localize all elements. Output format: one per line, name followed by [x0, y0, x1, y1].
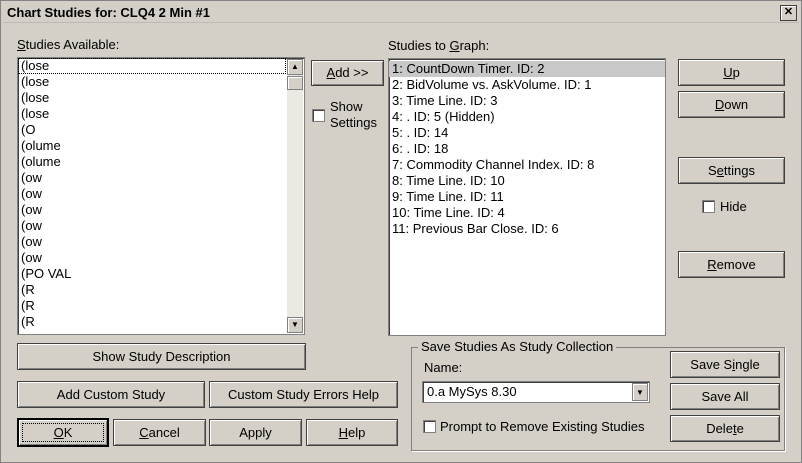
settings-button[interactable]: Settings [678, 157, 785, 184]
graph-study-item[interactable]: 2: BidVolume vs. AskVolume. ID: 1 [389, 77, 665, 93]
graph-study-item[interactable]: 9: Time Line. ID: 11 [389, 189, 665, 205]
hide-label: Hide [720, 199, 747, 214]
save-single-button[interactable]: Save Single [670, 351, 780, 378]
graph-study-item[interactable]: 11: Previous Bar Close. ID: 6 [389, 221, 665, 237]
available-study-item[interactable]: (ow [18, 218, 286, 234]
available-study-item[interactable]: (lose [18, 58, 286, 74]
available-study-item[interactable]: (lose [18, 106, 286, 122]
combo-dropdown-button[interactable]: ▼ [632, 383, 648, 401]
chevron-up-icon: ▲ [291, 62, 299, 71]
prompt-remove-checkbox[interactable] [423, 420, 436, 433]
help-button[interactable]: Help [306, 419, 398, 446]
graph-study-item[interactable]: 8: Time Line. ID: 10 [389, 173, 665, 189]
graph-study-item[interactable]: 4: . ID: 5 (Hidden) [389, 109, 665, 125]
prompt-remove-label: Prompt to Remove Existing Studies [440, 419, 645, 434]
ok-button[interactable]: OK [17, 418, 109, 447]
graph-study-item[interactable]: 3: Time Line. ID: 3 [389, 93, 665, 109]
available-study-item[interactable]: (ow [18, 234, 286, 250]
graph-study-item[interactable]: 7: Commodity Channel Index. ID: 8 [389, 157, 665, 173]
available-study-item[interactable]: (R [18, 314, 286, 330]
collection-name-label: Name: [424, 360, 463, 375]
delete-button[interactable]: Delete [670, 415, 780, 442]
studies-available-list[interactable]: (lose (lose (lose (lose (O (olume (olume (ow (ow… [17, 57, 305, 335]
collection-name-value: 0.a MySys 8.30 [427, 384, 517, 399]
apply-button[interactable]: Apply [209, 419, 302, 446]
collection-name-combobox[interactable]: 0.a MySys 8.30 ▼ [422, 381, 650, 403]
available-study-item[interactable]: (lose [18, 74, 286, 90]
studies-available-label: Studies Available: [17, 37, 120, 52]
scroll-thumb[interactable] [287, 76, 303, 90]
studies-available-scrollbar[interactable]: ▲ ▼ [287, 59, 303, 333]
available-study-item[interactable]: (ow [18, 202, 286, 218]
show-settings-checkbox[interactable] [312, 109, 325, 122]
hide-checkbox[interactable] [702, 200, 715, 213]
close-icon: ✕ [783, 6, 794, 18]
available-study-item[interactable]: (ow [18, 186, 286, 202]
remove-button[interactable]: Remove [678, 251, 785, 278]
title-bar: Chart Studies for: CLQ4 2 Min #1 ✕ [3, 3, 799, 23]
available-study-item[interactable]: (olume [18, 154, 286, 170]
studies-to-graph-label: Studies to Graph: [388, 38, 490, 53]
add-custom-study-button[interactable]: Add Custom Study [17, 381, 205, 408]
scroll-down-button[interactable]: ▼ [287, 317, 303, 333]
custom-study-errors-help-button[interactable]: Custom Study Errors Help [209, 381, 398, 408]
chart-studies-dialog: Chart Studies for: CLQ4 2 Min #1 ✕ Studi… [0, 0, 802, 463]
show-study-description-button[interactable]: Show Study Description [17, 343, 306, 370]
chevron-down-icon: ▼ [636, 388, 644, 397]
available-study-item[interactable]: (olume [18, 138, 286, 154]
graph-study-item[interactable]: 1: CountDown Timer. ID: 2 [389, 61, 665, 77]
down-button[interactable]: Down [678, 91, 785, 118]
available-study-item[interactable]: (lose [18, 90, 286, 106]
available-study-item[interactable]: (O [18, 122, 286, 138]
available-study-item[interactable]: (R [18, 282, 286, 298]
chevron-down-icon: ▼ [291, 320, 299, 329]
graph-study-item[interactable]: 6: . ID: 18 [389, 141, 665, 157]
cancel-button[interactable]: Cancel [113, 419, 206, 446]
add-study-button[interactable]: Add >> [311, 60, 384, 86]
save-all-button[interactable]: Save All [670, 383, 780, 410]
available-study-item[interactable]: (R [18, 298, 286, 314]
study-collection-title: Save Studies As Study Collection [418, 339, 617, 354]
available-study-item[interactable]: (ow [18, 170, 286, 186]
available-study-item[interactable]: (PO VAL [18, 266, 286, 282]
graph-study-item[interactable]: 5: . ID: 14 [389, 125, 665, 141]
close-button[interactable]: ✕ [780, 5, 797, 21]
dialog-title: Chart Studies for: CLQ4 2 Min #1 [7, 5, 210, 20]
up-button[interactable]: Up [678, 59, 785, 86]
scroll-up-button[interactable]: ▲ [287, 59, 303, 75]
graph-study-item[interactable]: 10: Time Line. ID: 4 [389, 205, 665, 221]
studies-to-graph-list[interactable]: 1: CountDown Timer. ID: 2 2: BidVolume vs… [388, 58, 666, 336]
show-settings-label: Show Settings [330, 99, 377, 130]
available-study-item[interactable]: (ow [18, 250, 286, 266]
